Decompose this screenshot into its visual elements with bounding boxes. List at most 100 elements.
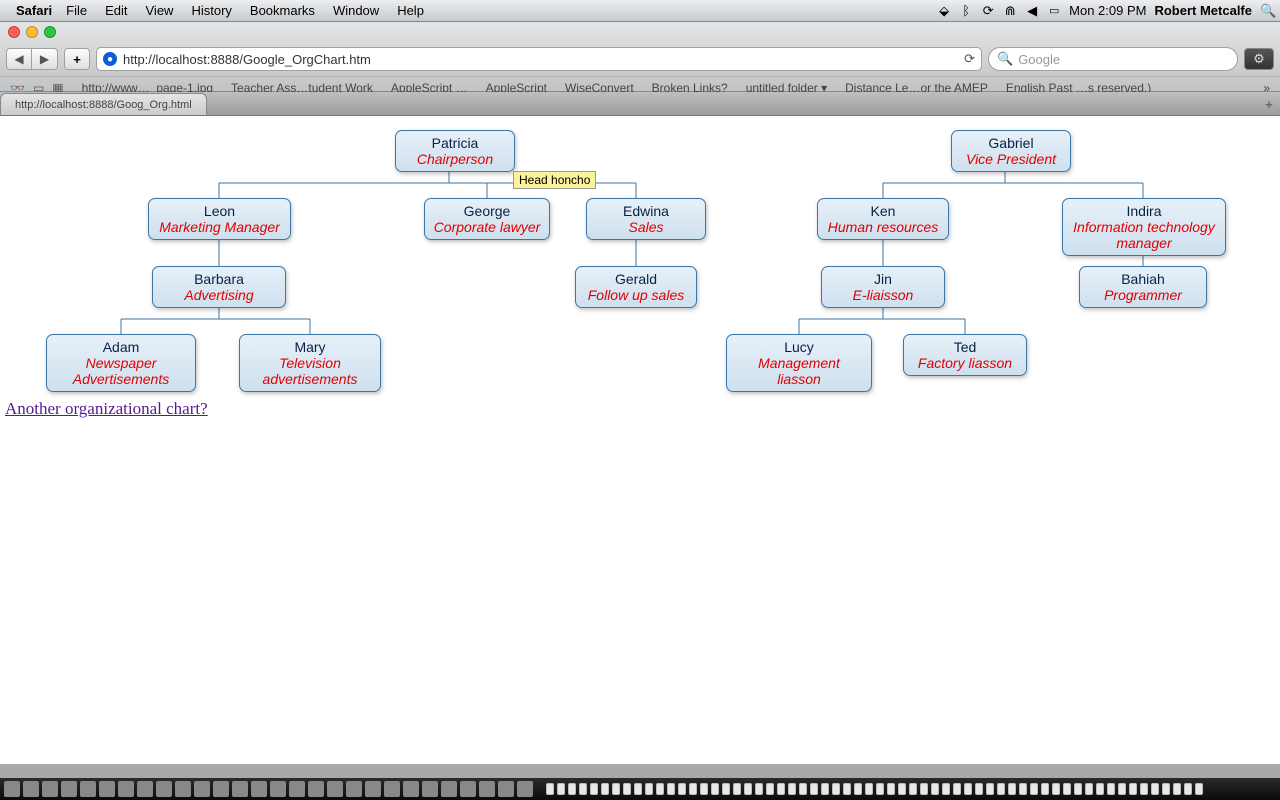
dock-app-icon[interactable] (232, 781, 248, 797)
dock-window-icon[interactable] (744, 783, 752, 795)
back-button[interactable]: ◀ (6, 48, 32, 70)
dock-window-icon[interactable] (975, 783, 983, 795)
dock-window-icon[interactable] (612, 783, 620, 795)
dock-window-icon[interactable] (568, 783, 576, 795)
spotlight-icon[interactable]: 🔍 (1260, 3, 1274, 19)
close-window-button[interactable] (8, 26, 20, 38)
dock-app-icon[interactable] (137, 781, 153, 797)
dock-window-icon[interactable] (1096, 783, 1104, 795)
org-node-lucy[interactable]: Lucy Management liasson (726, 334, 872, 392)
dock-window-icon[interactable] (656, 783, 664, 795)
dock-window-icon[interactable] (810, 783, 818, 795)
dock-window-icon[interactable] (1151, 783, 1159, 795)
dock-window-icon[interactable] (942, 783, 950, 795)
dock-app-icon[interactable] (441, 781, 457, 797)
dock-window-icon[interactable] (1118, 783, 1126, 795)
dock-window-icon[interactable] (1030, 783, 1038, 795)
menubar-clock[interactable]: Mon 2:09 PM (1069, 3, 1146, 18)
org-node-gabriel[interactable]: Gabriel Vice President (951, 130, 1071, 172)
dock-app-icon[interactable] (346, 781, 362, 797)
add-bookmark-button[interactable]: + (64, 48, 90, 70)
dock-app-icon[interactable] (61, 781, 77, 797)
dock-window-icon[interactable] (1019, 783, 1027, 795)
bluetooth-icon[interactable]: ᛒ (959, 3, 973, 18)
another-chart-link[interactable]: Another organizational chart? (5, 399, 208, 419)
dock-window-icon[interactable] (557, 783, 565, 795)
dock-app-icon[interactable] (365, 781, 381, 797)
dock-window-icon[interactable] (623, 783, 631, 795)
org-node-gerald[interactable]: Gerald Follow up sales (575, 266, 697, 308)
org-node-bahiah[interactable]: Bahiah Programmer (1079, 266, 1207, 308)
dock-app-icon[interactable] (384, 781, 400, 797)
dock-window-icon[interactable] (601, 783, 609, 795)
dock-window-icon[interactable] (1140, 783, 1148, 795)
dock-app-icon[interactable] (498, 781, 514, 797)
new-tab-button[interactable]: + (1258, 97, 1280, 115)
dock-window-icon[interactable] (788, 783, 796, 795)
dock-window-icon[interactable] (964, 783, 972, 795)
dock-window-icon[interactable] (667, 783, 675, 795)
dock-window-icon[interactable] (843, 783, 851, 795)
dock-app-icon[interactable] (403, 781, 419, 797)
forward-button[interactable]: ▶ (32, 48, 58, 70)
dock-window-icon[interactable] (898, 783, 906, 795)
org-node-leon[interactable]: Leon Marketing Manager (148, 198, 291, 240)
dock-window-icon[interactable] (1195, 783, 1203, 795)
search-field[interactable]: 🔍 Google (988, 47, 1238, 71)
dock-app-icon[interactable] (175, 781, 191, 797)
org-node-ken[interactable]: Ken Human resources (817, 198, 949, 240)
dock-window-icon[interactable] (634, 783, 642, 795)
dropbox-icon[interactable]: ⬙ (937, 3, 951, 19)
dock-app-icon[interactable] (270, 781, 286, 797)
dock-app-icon[interactable] (42, 781, 58, 797)
dock-app-icon[interactable] (251, 781, 267, 797)
app-name[interactable]: Safari (16, 3, 52, 18)
dock-window-icon[interactable] (832, 783, 840, 795)
dock-window-icon[interactable] (1085, 783, 1093, 795)
org-node-barbara[interactable]: Barbara Advertising (152, 266, 286, 308)
dock-app-icon[interactable] (4, 781, 20, 797)
battery-icon[interactable]: ▭ (1047, 4, 1061, 17)
dock-window-icon[interactable] (777, 783, 785, 795)
dock-app-icon[interactable] (118, 781, 134, 797)
dock-app-icon[interactable] (99, 781, 115, 797)
dock-window-icon[interactable] (1074, 783, 1082, 795)
dock-window-icon[interactable] (546, 783, 554, 795)
dock-window-icon[interactable] (799, 783, 807, 795)
minimize-window-button[interactable] (26, 26, 38, 38)
dock-app-icon[interactable] (289, 781, 305, 797)
dock-window-icon[interactable] (1008, 783, 1016, 795)
dock-window-icon[interactable] (733, 783, 741, 795)
menu-file[interactable]: File (66, 3, 87, 18)
dock-window-icon[interactable] (722, 783, 730, 795)
menu-window[interactable]: Window (333, 3, 379, 18)
dock-app-icon[interactable] (517, 781, 533, 797)
dock-app-icon[interactable] (23, 781, 39, 797)
dock-window-icon[interactable] (645, 783, 653, 795)
dock-window-icon[interactable] (1107, 783, 1115, 795)
timemachine-icon[interactable]: ⟳ (981, 3, 995, 19)
address-bar[interactable]: ● http://localhost:8888/Google_OrgChart.… (96, 47, 982, 71)
org-node-indira[interactable]: Indira Information technology manager (1062, 198, 1226, 256)
dock-window-icon[interactable] (1063, 783, 1071, 795)
dock-window-icon[interactable] (931, 783, 939, 795)
dock-window-icon[interactable] (766, 783, 774, 795)
menu-history[interactable]: History (191, 3, 231, 18)
dock-window-icon[interactable] (1184, 783, 1192, 795)
dock-window-icon[interactable] (997, 783, 1005, 795)
dock-app-icon[interactable] (479, 781, 495, 797)
dock-window-icon[interactable] (689, 783, 697, 795)
browser-tab[interactable]: http://localhost:8888/Goog_Org.html (0, 93, 207, 115)
dock-app-icon[interactable] (327, 781, 343, 797)
dock-window-icon[interactable] (865, 783, 873, 795)
dock-window-icon[interactable] (1162, 783, 1170, 795)
org-node-ted[interactable]: Ted Factory liasson (903, 334, 1027, 376)
org-node-patricia[interactable]: Patricia Chairperson (395, 130, 515, 172)
dock[interactable]: document.write(Array.from({length:28}).m… (0, 778, 1280, 800)
dock-window-icon[interactable] (953, 783, 961, 795)
dock-window-icon[interactable] (711, 783, 719, 795)
reload-icon[interactable]: ⟳ (964, 51, 975, 67)
dock-window-icon[interactable] (590, 783, 598, 795)
org-node-jin[interactable]: Jin E-liaisson (821, 266, 945, 308)
dock-window-icon[interactable] (755, 783, 763, 795)
